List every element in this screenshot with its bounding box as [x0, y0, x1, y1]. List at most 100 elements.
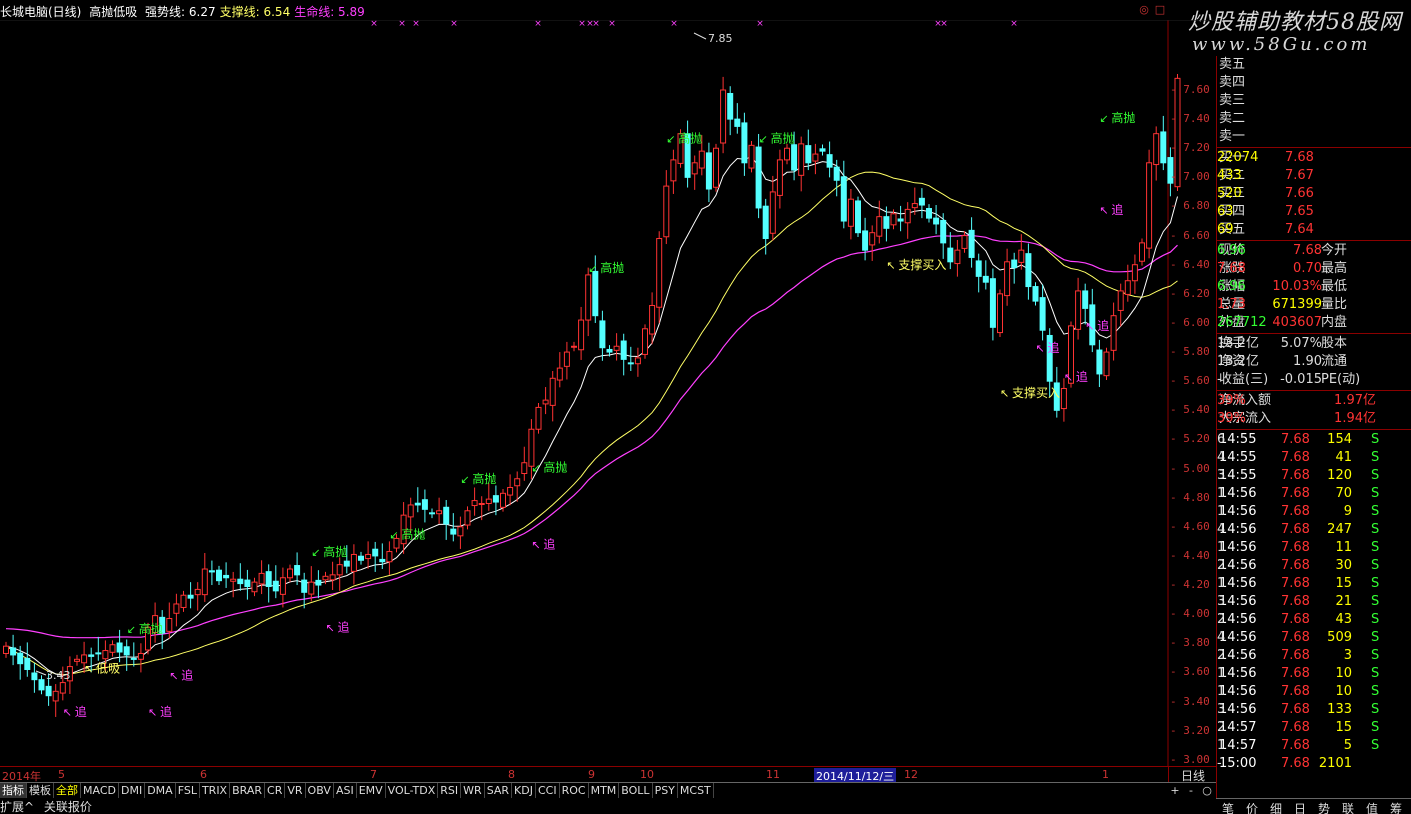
indicator-tab[interactable]: TRIX [200, 783, 231, 798]
settings-circle-icon[interactable]: ◎ [1138, 4, 1150, 16]
indicator-tab[interactable]: OBV [306, 783, 334, 798]
quote-tab[interactable]: 笔 [1222, 800, 1234, 814]
indicator-tab[interactable]: VR [285, 783, 306, 798]
candle-body [826, 154, 833, 168]
tick-row: 14:55 7.68 41 S 4 [1217, 449, 1411, 467]
tab-template[interactable]: 模板 [27, 783, 54, 798]
tick-row: 14:56 7.68 21 S 3 [1217, 593, 1411, 611]
tick-volume: 15 [1335, 576, 1352, 591]
top-signal-marker: × [592, 20, 600, 29]
quote-tab[interactable]: 细 [1270, 800, 1282, 814]
indicator-tab[interactable]: PSY [653, 783, 678, 798]
candle-body [1131, 264, 1138, 282]
indicator-tab[interactable]: MCST [678, 783, 714, 798]
candlestick-chart[interactable]: × × × × × × ×× × × × ×× ×7.853.43↙ 高抛↙ 高抛↙ 高抛↙ 高抛↙ 高抛↙ 高抛… [0, 20, 1216, 766]
indicator-tab[interactable]: KDJ [512, 783, 536, 798]
indicator-tab[interactable]: VOL-TDX [386, 783, 439, 798]
sell-signal-label: 高抛 [600, 260, 624, 275]
sell-signal-label: 高抛 [771, 130, 795, 145]
quote-tab[interactable]: 日 [1294, 800, 1306, 814]
indicator-tab[interactable]: RSI [438, 783, 462, 798]
x-label: 9 [588, 768, 595, 781]
candle-body [769, 191, 776, 234]
quote-tab[interactable]: 联 [1342, 800, 1354, 814]
candle-body [592, 270, 599, 317]
chase-signal-label: 追 [338, 620, 350, 635]
signal-arrow-icon: ↖ [169, 670, 178, 683]
tab-indicator[interactable]: 指标 [0, 783, 27, 798]
indicator-tab[interactable]: DMI [119, 783, 146, 798]
quote-tab[interactable]: 筹 [1390, 800, 1402, 814]
y-tick-label: - 7.40 [1170, 112, 1210, 126]
tick-count: 2 [1217, 720, 1226, 735]
options-circle-icon[interactable]: ○ [1198, 783, 1216, 798]
y-tick-label: - 5.00 [1170, 461, 1210, 475]
chase-signal-label: 追 [543, 537, 555, 552]
tick-price: 7.68 [1281, 504, 1310, 519]
candle-body [563, 351, 570, 367]
signal-arrow-icon: ↖ [326, 622, 335, 635]
candle-body [997, 293, 1003, 334]
indicator-tab[interactable]: CCI [536, 783, 560, 798]
indicator-tab[interactable]: BOLL [619, 783, 653, 798]
top-signal-marker: × [534, 20, 542, 29]
chase-signal-label: 追 [1076, 369, 1088, 384]
order-price: 7.64 [1285, 222, 1314, 237]
x-label: 1 [1102, 768, 1109, 781]
indicator-tab[interactable]: MTM [589, 783, 620, 798]
signal-arrow-icon: ↖ [886, 259, 895, 272]
signal-arrow-icon: ↖ [1000, 387, 1009, 400]
status-bar: 扩展^ 关联报价 [0, 798, 1216, 814]
quote-tab[interactable]: 价 [1246, 800, 1258, 814]
candle-body [549, 377, 556, 406]
indicator-tab[interactable]: BRAR [230, 783, 266, 798]
indicator-tab[interactable]: SAR [485, 783, 513, 798]
indicator-tab[interactable]: EMV [357, 783, 386, 798]
tick-row: 14:56 7.68 43 S 2 [1217, 611, 1411, 629]
expand-button[interactable]: 扩展^ [0, 800, 34, 814]
y-tick-label: - 3.40 [1170, 694, 1210, 708]
panel-divider [1217, 390, 1411, 391]
stat-value: 6.96 [1217, 243, 1246, 258]
tick-row: 14:56 7.68 247 S 4 [1217, 521, 1411, 539]
candle-body [698, 150, 705, 169]
indicator-tab[interactable]: WR [461, 783, 485, 798]
tick-row: 14:55 7.68 120 S 3 [1217, 467, 1411, 485]
candle-body [59, 682, 66, 694]
chase-signal-label: 追 [1097, 318, 1109, 333]
stat-value: 403607 [1272, 315, 1322, 330]
tick-row: 14:56 7.68 30 S 2 [1217, 557, 1411, 575]
stat-label: 量比 [1321, 297, 1348, 312]
tick-price: 7.68 [1281, 432, 1310, 447]
candle-body [748, 144, 755, 169]
candle-body [571, 345, 577, 348]
tick-count: 1 [1217, 684, 1226, 699]
candle-body [485, 498, 492, 505]
candle-body [1096, 349, 1103, 375]
sell-signal-label: 高抛 [543, 459, 567, 474]
indicator-tab[interactable]: ASI [334, 783, 357, 798]
order-volume: 520 [1217, 186, 1242, 201]
tick-volume: 9 [1343, 504, 1352, 519]
quote-tab[interactable]: 值 [1366, 800, 1378, 814]
indicator-tab[interactable]: MACD [81, 783, 119, 798]
tick-volume: 120 [1327, 468, 1352, 483]
top-signal-marker: × [450, 20, 458, 29]
indicator-tab[interactable]: DMA [145, 783, 176, 798]
candle-body [10, 647, 17, 656]
maximize-icon[interactable]: □ [1154, 4, 1166, 16]
candle-body [414, 502, 421, 506]
stat-value: -0.015 [1280, 372, 1322, 387]
candle-body [372, 548, 379, 557]
related-quotes-button[interactable]: 关联报价 [44, 800, 92, 814]
tab-all[interactable]: 全部 [54, 783, 81, 798]
indicator-tab[interactable]: CR [265, 783, 286, 798]
signal-arrow-icon: ↙ [759, 132, 768, 145]
period-label[interactable]: 日线 [1168, 766, 1217, 783]
candle-body [776, 159, 783, 196]
y-tick-label: - 4.60 [1170, 519, 1210, 533]
indicator-tab[interactable]: FSL [176, 783, 200, 798]
indicator-value: 生命线: 5.89 [294, 5, 365, 19]
indicator-tab[interactable]: ROC [560, 783, 589, 798]
quote-tab[interactable]: 势 [1318, 800, 1330, 814]
